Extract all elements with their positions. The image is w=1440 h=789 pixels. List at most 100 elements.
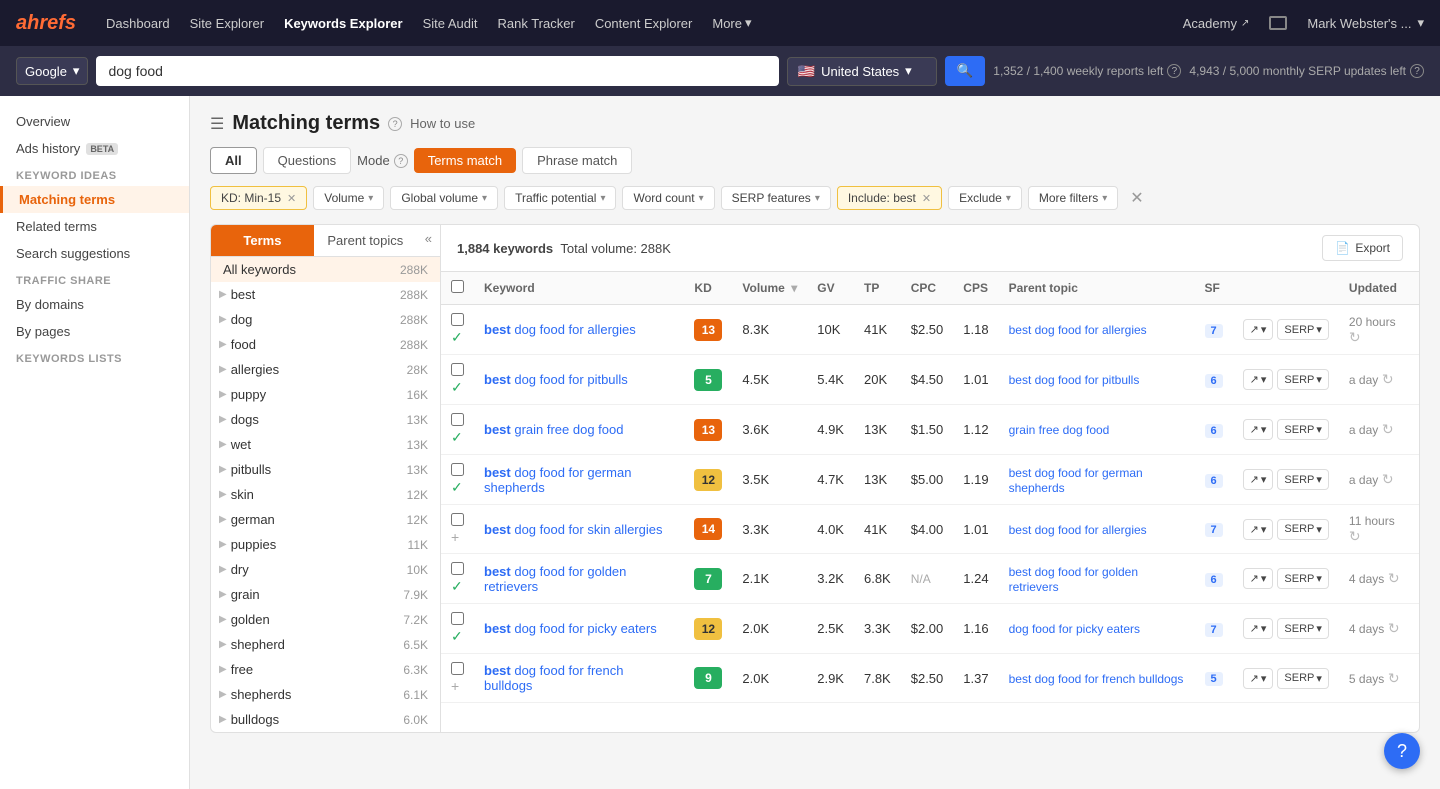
mode-help-icon[interactable]: ? [394, 154, 408, 168]
mode-phrase-match[interactable]: Phrase match [522, 147, 632, 174]
serp-button[interactable]: SERP ▾ [1277, 419, 1329, 440]
serp-button[interactable]: SERP ▾ [1277, 319, 1329, 340]
sidebar-item-search-suggestions[interactable]: Search suggestions [0, 240, 189, 267]
trend-button[interactable]: ↗ ▾ [1243, 519, 1274, 540]
trend-button[interactable]: ↗ ▾ [1243, 668, 1274, 689]
help-icon[interactable]: ? [1167, 64, 1181, 78]
list-item[interactable]: ▶dog288K [211, 307, 440, 332]
list-item[interactable]: ▶wet13K [211, 432, 440, 457]
include-filter-close[interactable]: ✕ [922, 192, 931, 205]
parent-topic-link[interactable]: grain free dog food [1009, 423, 1110, 437]
sf-column-header[interactable]: SF [1195, 272, 1233, 305]
more-menu-button[interactable]: More ▾ [712, 15, 751, 31]
tab-questions[interactable]: Questions [263, 147, 352, 174]
parent-topic-link[interactable]: dog food for picky eaters [1009, 622, 1140, 636]
keyword-link[interactable]: best dog food for picky eaters [484, 621, 657, 636]
help-circle-icon[interactable]: ? [388, 117, 402, 131]
more-filters[interactable]: More filters ▾ [1028, 186, 1118, 210]
help-icon[interactable]: ? [1410, 64, 1424, 78]
row-checkbox[interactable] [451, 562, 464, 575]
collapse-panel-button[interactable]: « [417, 225, 440, 256]
exclude-filter[interactable]: Exclude ▾ [948, 186, 1022, 210]
trend-button[interactable]: ↗ ▾ [1243, 419, 1274, 440]
keyword-link[interactable]: best grain free dog food [484, 422, 623, 437]
sidebar-item-overview[interactable]: Overview [0, 108, 189, 135]
trend-button[interactable]: ↗ ▾ [1243, 469, 1274, 490]
trend-button[interactable]: ↗ ▾ [1243, 319, 1274, 340]
trend-button[interactable]: ↗ ▾ [1243, 568, 1274, 589]
search-engine-select[interactable]: Google ▾ [16, 57, 88, 85]
keyword-link[interactable]: best dog food for german shepherds [484, 465, 631, 495]
export-button[interactable]: 📄 Export [1322, 235, 1403, 261]
parent-topic-link[interactable]: best dog food for pitbulls [1009, 373, 1140, 387]
select-all-header[interactable] [441, 272, 474, 305]
list-item[interactable]: ▶allergies28K [211, 357, 440, 382]
refresh-button[interactable]: ↻ [1388, 620, 1400, 636]
nav-dashboard[interactable]: Dashboard [106, 16, 170, 31]
refresh-button[interactable]: ↻ [1382, 371, 1394, 387]
row-checkbox[interactable] [451, 612, 464, 625]
keyword-link[interactable]: best dog food for allergies [484, 322, 636, 337]
row-checkbox[interactable] [451, 363, 464, 376]
list-item[interactable]: ▶shepherds6.1K [211, 682, 440, 707]
trend-button[interactable]: ↗ ▾ [1243, 369, 1274, 390]
keyword-link[interactable]: best dog food for french bulldogs [484, 663, 623, 693]
list-item[interactable]: ▶skin12K [211, 482, 440, 507]
keyword-link[interactable]: best dog food for pitbulls [484, 372, 628, 387]
list-item[interactable]: ▶grain7.9K [211, 582, 440, 607]
hamburger-icon[interactable]: ☰ [210, 114, 224, 134]
keyword-item-all[interactable]: All keywords 288K [211, 257, 440, 282]
row-checkbox[interactable] [451, 513, 464, 526]
list-item[interactable]: ▶puppy16K [211, 382, 440, 407]
list-item[interactable]: ▶puppies11K [211, 532, 440, 557]
parent-topic-link[interactable]: best dog food for french bulldogs [1009, 672, 1184, 686]
search-button[interactable]: 🔍 [945, 56, 986, 86]
traffic-potential-filter[interactable]: Traffic potential ▾ [504, 186, 616, 210]
refresh-button[interactable]: ↻ [1349, 528, 1361, 544]
parent-topic-link[interactable]: best dog food for allergies [1009, 323, 1147, 337]
keyword-column-header[interactable]: Keyword [474, 272, 684, 305]
refresh-button[interactable]: ↻ [1382, 421, 1394, 437]
select-all-checkbox[interactable] [451, 280, 464, 293]
sidebar-item-by-domains[interactable]: By domains [0, 291, 189, 318]
left-tab-parent-topics[interactable]: Parent topics [314, 225, 417, 256]
refresh-button[interactable]: ↻ [1349, 329, 1361, 345]
cps-column-header[interactable]: CPS [953, 272, 998, 305]
sidebar-item-matching-terms[interactable]: Matching terms [0, 186, 189, 213]
refresh-button[interactable]: ↻ [1388, 570, 1400, 586]
serp-button[interactable]: SERP ▾ [1277, 668, 1329, 689]
list-item[interactable]: ▶free6.3K [211, 657, 440, 682]
list-item[interactable]: ▶dogs13K [211, 407, 440, 432]
country-select[interactable]: 🇺🇸 United States ▾ [787, 57, 937, 86]
nav-site-explorer[interactable]: Site Explorer [190, 16, 264, 31]
row-checkbox[interactable] [451, 313, 464, 326]
gv-column-header[interactable]: GV [807, 272, 854, 305]
refresh-button[interactable]: ↻ [1382, 471, 1394, 487]
user-menu-button[interactable]: Mark Webster's ... ▾ [1307, 15, 1424, 31]
parent-topic-link[interactable]: best dog food for german shepherds [1009, 466, 1143, 495]
parent-topic-link[interactable]: best dog food for golden retrievers [1009, 565, 1138, 594]
list-item[interactable]: ▶shepherd6.5K [211, 632, 440, 657]
list-item[interactable]: ▶pitbulls13K [211, 457, 440, 482]
list-item[interactable]: ▶food288K [211, 332, 440, 357]
serp-button[interactable]: SERP ▾ [1277, 568, 1329, 589]
nav-site-audit[interactable]: Site Audit [423, 16, 478, 31]
mode-terms-match[interactable]: Terms match [414, 148, 516, 173]
include-filter[interactable]: Include: best ✕ [837, 186, 942, 210]
nav-rank-tracker[interactable]: Rank Tracker [498, 16, 575, 31]
parent-topic-link[interactable]: best dog food for allergies [1009, 523, 1147, 537]
serp-button[interactable]: SERP ▾ [1277, 369, 1329, 390]
nav-content-explorer[interactable]: Content Explorer [595, 16, 693, 31]
list-item[interactable]: ▶dry10K [211, 557, 440, 582]
list-item[interactable]: ▶german12K [211, 507, 440, 532]
refresh-button[interactable]: ↻ [1388, 670, 1400, 686]
volume-column-header[interactable]: Volume ▾ [732, 272, 807, 305]
keyword-link[interactable]: best dog food for skin allergies [484, 522, 663, 537]
kd-filter-close[interactable]: ✕ [287, 192, 296, 205]
serp-button[interactable]: SERP ▾ [1277, 469, 1329, 490]
list-item[interactable]: ▶best288K [211, 282, 440, 307]
floating-help-button[interactable]: ? [1384, 733, 1420, 769]
volume-filter[interactable]: Volume ▾ [313, 186, 384, 210]
trend-button[interactable]: ↗ ▾ [1243, 618, 1274, 639]
kd-filter[interactable]: KD: Min-15 ✕ [210, 186, 307, 210]
